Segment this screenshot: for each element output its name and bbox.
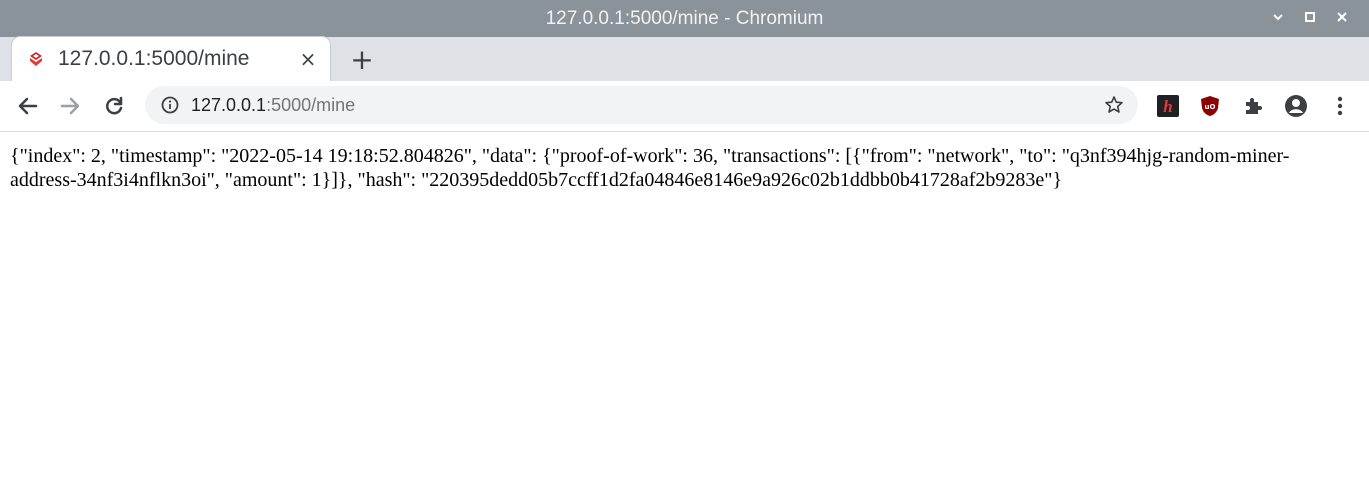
- kebab-menu-icon[interactable]: [1328, 94, 1352, 118]
- back-button[interactable]: [12, 90, 44, 122]
- h-extension-icon[interactable]: h: [1156, 94, 1180, 118]
- puzzle-extensions-icon[interactable]: [1241, 94, 1265, 118]
- reload-icon: [106, 96, 123, 115]
- maximize-icon[interactable]: [1301, 11, 1319, 27]
- url-host: 127.0.0.1: [191, 94, 267, 115]
- tab-title: 127.0.0.1:5000/mine: [58, 47, 250, 70]
- url-text[interactable]: 127.0.0.1:5000/mine: [191, 95, 1102, 116]
- svg-text:uO: uO: [1205, 103, 1216, 111]
- new-tab-button[interactable]: +: [348, 43, 376, 76]
- close-window-icon[interactable]: [1333, 11, 1351, 27]
- tab-active[interactable]: 127.0.0.1:5000/mine ×: [12, 37, 330, 81]
- profile-avatar-icon[interactable]: [1284, 94, 1308, 118]
- reload-button[interactable]: [98, 90, 130, 122]
- window-title: 127.0.0.1:5000/mine - Chromium: [545, 7, 824, 29]
- bookmark-star-icon[interactable]: [1102, 93, 1126, 117]
- forward-button[interactable]: [54, 90, 86, 122]
- url-path: :5000/mine: [266, 94, 356, 115]
- minimize-icon[interactable]: [1269, 11, 1287, 27]
- info-icon[interactable]: [159, 94, 181, 116]
- ublock-shield-icon[interactable]: uO: [1198, 94, 1222, 118]
- address-bar[interactable]: 127.0.0.1:5000/mine: [145, 86, 1138, 124]
- browser-toolbar: 127.0.0.1:5000/mine h uO: [0, 81, 1369, 132]
- favicon-icon: [28, 51, 44, 67]
- page-body-json-text: {"index": 2, "timestamp": "2022-05-14 19…: [10, 145, 1290, 191]
- arrow-right-icon: [60, 97, 80, 115]
- tab-strip: 127.0.0.1:5000/mine × +: [0, 37, 1369, 81]
- window-controls: [1269, 0, 1351, 37]
- svg-text:h: h: [1163, 97, 1172, 116]
- tab-close-icon[interactable]: ×: [296, 47, 320, 71]
- arrow-left-icon: [18, 97, 38, 115]
- window-titlebar: 127.0.0.1:5000/mine - Chromium: [0, 0, 1369, 37]
